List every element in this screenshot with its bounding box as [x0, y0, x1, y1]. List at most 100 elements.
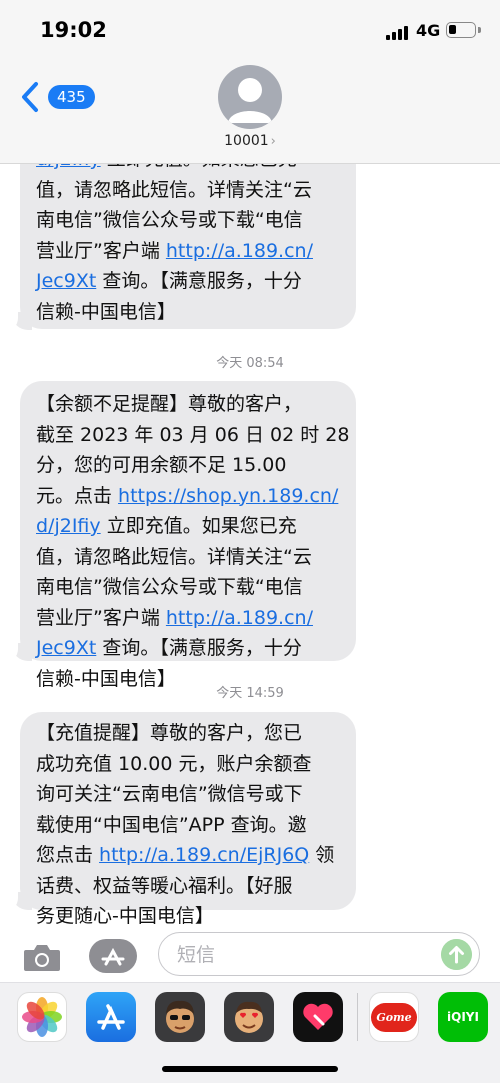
message-text: 立即充值。如果您已充: [101, 164, 297, 170]
message-list[interactable]: d/j2Ifiy 立即充值。如果您已充值，请忽略此短信。详情关注“云南电信”微信…: [0, 164, 500, 932]
signal-strength-icon: [386, 24, 408, 40]
send-arrow-icon[interactable]: [441, 939, 472, 970]
message-text: 营业厅”客户端: [36, 606, 166, 629]
bubble-tail-mask: [4, 641, 18, 663]
chevron-left-icon: [22, 82, 38, 112]
message-line: d/j2Ifiy 立即充值。如果您已充: [36, 164, 348, 175]
battery-icon: [446, 22, 476, 38]
message-text: 查询。【满意服务，十分: [96, 270, 302, 292]
network-type: 4G: [416, 21, 441, 40]
message-line: 载使用“中国电信”APP 查询。邀: [36, 810, 348, 841]
message-line: 成功充值 10.00 元，账户余额查: [36, 749, 348, 780]
message-line: Jec9Xt 查询。【满意服务，十分: [36, 633, 348, 664]
status-bar: 19:02 4G: [0, 0, 500, 60]
iqiyi-logo: iQIYI: [447, 1010, 479, 1024]
message-text: 查询。【满意服务，十分: [96, 637, 302, 659]
message-input[interactable]: [175, 941, 429, 969]
message-text: 南电信”微信公众号或下载“电信: [36, 209, 303, 231]
message-text: 话费、权益等暖心福利。【好服: [36, 874, 293, 897]
message-text: 领: [309, 844, 335, 866]
contact-name[interactable]: 10001 ›: [0, 133, 500, 149]
message-line: 务更随心-中国电信】: [36, 901, 348, 932]
message-line: 南电信”微信公众号或下载“电信: [36, 572, 348, 603]
message-line: 元。点击 https://shop.yn.189.cn/: [36, 481, 348, 512]
chevron-right-icon: ›: [270, 134, 276, 149]
memoji-stickers-app[interactable]: [224, 992, 274, 1042]
message-line: Jec9Xt 查询。【满意服务，十分: [36, 266, 348, 297]
message-line: 信赖-中国电信】: [36, 297, 348, 328]
message-text: 信赖-中国电信】: [36, 300, 176, 323]
message-line: 分，您的可用余额不足 15.00: [36, 450, 348, 481]
message-line: 【余额不足提醒】尊敬的客户，: [36, 389, 348, 420]
drawer-divider: [357, 993, 358, 1041]
message-text: 截至 2023 年 03 月 06 日 02 时 28: [36, 423, 350, 446]
home-indicator[interactable]: [162, 1066, 338, 1072]
message-bubble[interactable]: 【余额不足提醒】尊敬的客户， 截至 2023 年 03 月 06 日 02 时 2…: [20, 381, 356, 690]
back-button[interactable]: 435: [18, 80, 95, 114]
heart-eyes-memoji-icon: [235, 1001, 263, 1033]
message-text: 元。点击: [36, 484, 119, 507]
message-timestamp: 今天 08:54: [216, 356, 284, 371]
message-text: 营业厅”客户端: [36, 239, 166, 262]
message-line: d/j2Ifiy 立即充值。如果您已充: [36, 511, 348, 542]
message-text: 值，请忽略此短信。详情关注“云: [36, 178, 312, 201]
app-store-icon[interactable]: [89, 939, 137, 973]
message-link[interactable]: http://a.189.cn/: [166, 607, 313, 629]
message-link[interactable]: d/j2Ifiy: [36, 164, 101, 170]
app-store-icon: [97, 1004, 125, 1030]
message-text: 南电信”微信公众号或下载“电信: [36, 576, 303, 598]
iqiyi-app[interactable]: iQIYI: [438, 992, 488, 1042]
message-line: 南电信”微信公众号或下载“电信: [36, 205, 348, 236]
gome-app[interactable]: Gome: [369, 992, 419, 1042]
message-text: 成功充值 10.00 元，账户余额查: [36, 752, 312, 775]
message-link[interactable]: http://a.189.cn/: [166, 240, 313, 262]
message-link[interactable]: http://a.189.cn/EjRJ6Q: [99, 844, 309, 866]
message-line: 值，请忽略此短信。详情关注“云: [36, 175, 348, 206]
battery-tip: [478, 27, 481, 33]
message-text: 您点击: [36, 844, 100, 866]
memoji-face-icon: [166, 1000, 194, 1033]
digital-touch-app[interactable]: [293, 992, 343, 1042]
message-link[interactable]: https://shop.yn.189.cn/: [118, 485, 338, 507]
message-line: 话费、权益等暖心福利。【好服: [36, 871, 348, 902]
bubble-tail-mask: [4, 310, 18, 332]
message-text: 【余额不足提醒】尊敬的客户，: [36, 393, 303, 415]
message-link[interactable]: Jec9Xt: [36, 270, 96, 292]
message-text: 询可关注“云南电信”微信号或下: [36, 783, 303, 805]
photos-icon: [22, 997, 62, 1037]
message-link[interactable]: Jec9Xt: [36, 637, 96, 659]
message-text: 分，您的可用余额不足 15.00: [36, 454, 287, 476]
message-line: 【充值提醒】尊敬的客户，您已: [36, 718, 348, 749]
message-line: 询可关注“云南电信”微信号或下: [36, 779, 348, 810]
memoji-app[interactable]: [155, 992, 205, 1042]
camera-icon[interactable]: [22, 942, 62, 972]
app-store-app[interactable]: [86, 992, 136, 1042]
message-field[interactable]: [158, 932, 480, 976]
status-time: 19:02: [40, 18, 107, 42]
contact-number: 10001: [224, 133, 269, 149]
message-bubble[interactable]: 【充值提醒】尊敬的客户，您已 成功充值 10.00 元，账户余额查 询可关注“云南电…: [20, 712, 356, 927]
compose-bar: [0, 932, 500, 982]
heart-touch-icon: [303, 1003, 333, 1030]
message-line: 值，请忽略此短信。详情关注“云: [36, 542, 348, 573]
message-line: 营业厅”客户端 http://a.189.cn/: [36, 236, 348, 267]
conversation-header: 435 10001 ›: [0, 60, 500, 164]
message-text: 载使用“中国电信”APP 查询。邀: [36, 813, 307, 836]
app-drawer: Gome iQIYI: [0, 982, 500, 1083]
photos-app[interactable]: [17, 992, 67, 1042]
bubble-tail-mask: [4, 890, 18, 912]
message-line: 营业厅”客户端 http://a.189.cn/: [36, 603, 348, 634]
message-text: 立即充值。如果您已充: [100, 515, 297, 537]
person-icon: [228, 78, 272, 123]
message-bubble[interactable]: d/j2Ifiy 立即充值。如果您已充值，请忽略此短信。详情关注“云南电信”微信…: [20, 164, 356, 329]
message-link[interactable]: d/j2Ifiy: [36, 515, 101, 537]
contact-avatar[interactable]: [218, 65, 282, 129]
message-text: 务更随心-中国电信】: [36, 905, 214, 927]
message-line: 您点击 http://a.189.cn/EjRJ6Q 领: [36, 840, 348, 871]
unread-count-badge: 435: [48, 85, 95, 109]
message-line: 截至 2023 年 03 月 06 日 02 时 28: [36, 420, 350, 451]
message-text: 值，请忽略此短信。详情关注“云: [36, 545, 312, 568]
message-timestamp: 今天 14:59: [216, 686, 284, 701]
gome-logo: Gome: [371, 1002, 417, 1032]
message-text: 【充值提醒】尊敬的客户，您已: [36, 722, 303, 744]
